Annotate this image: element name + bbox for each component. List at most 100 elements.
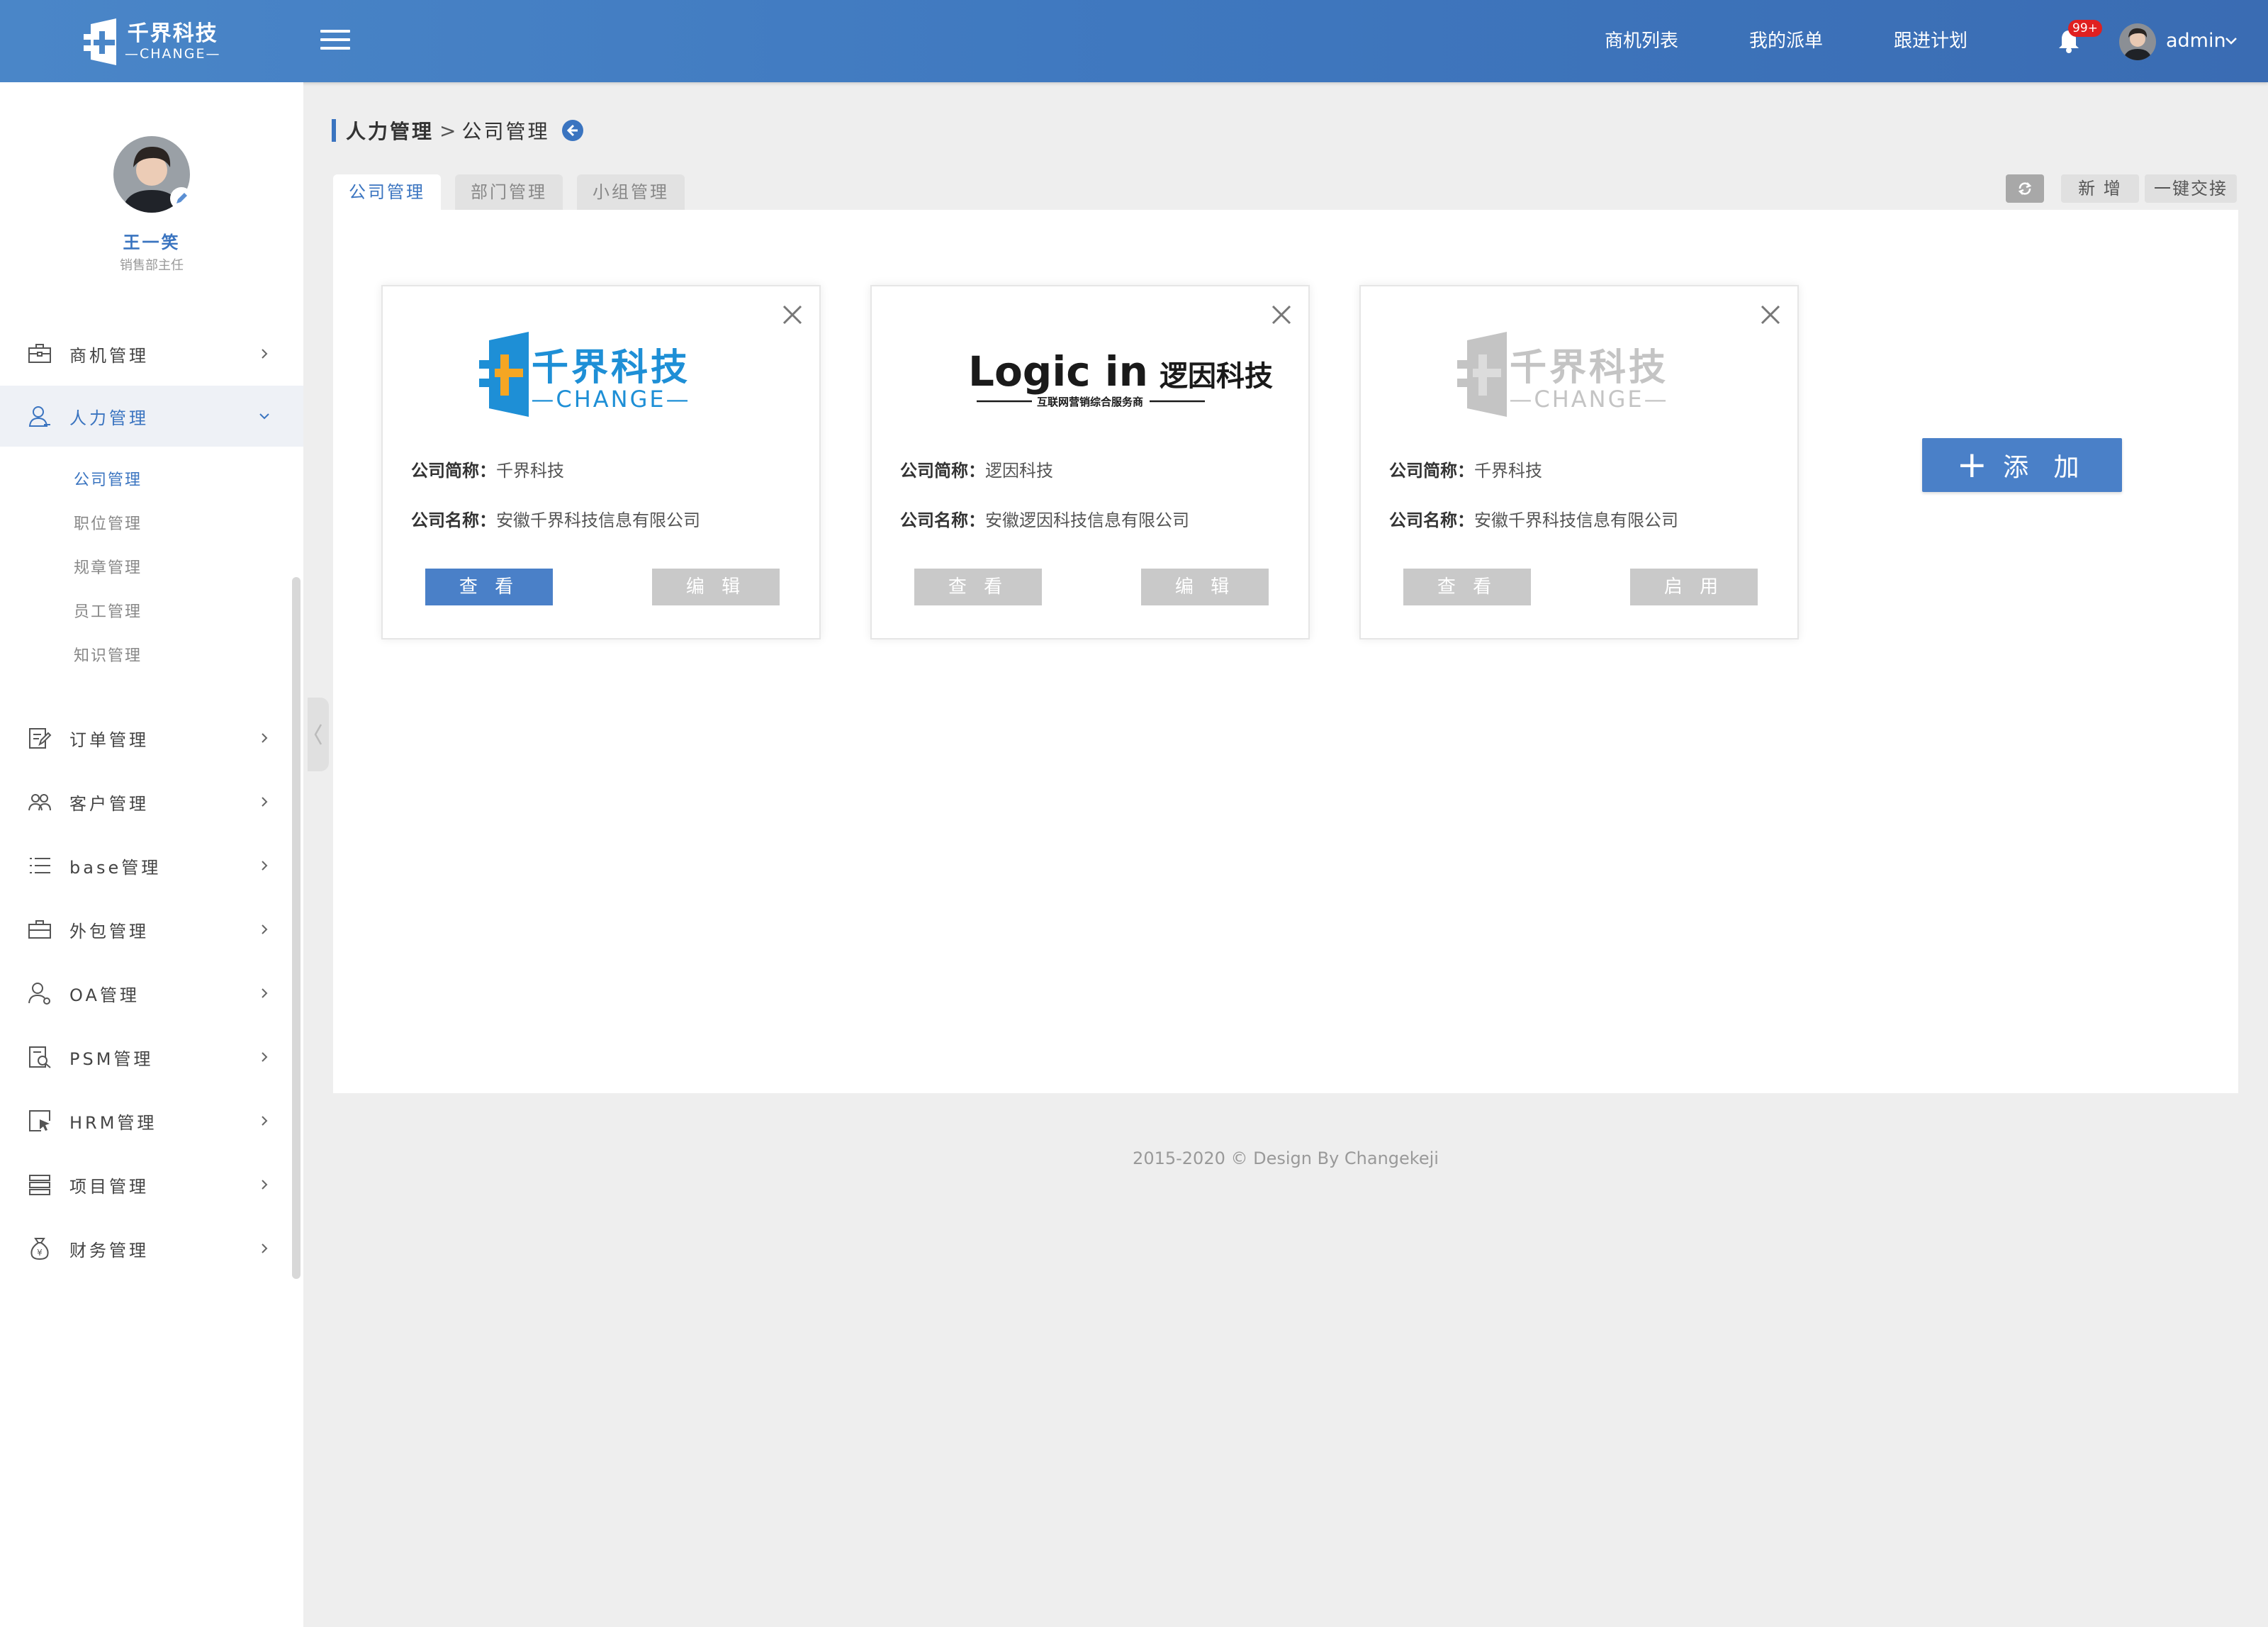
brand-logo[interactable]: 千界科技 —CHANGE— [84,18,221,65]
refresh-button[interactable] [2006,174,2044,203]
sidebar-item-customer[interactable]: 客户管理 [0,771,303,832]
moneybag-icon: ¥ [30,1238,49,1260]
company-full-name: 公司名称：安徽逻因科技信息有限公司 [900,510,1189,530]
back-arrow-icon[interactable] [561,119,584,142]
submenu-company[interactable]: 公司管理 [74,467,142,490]
stack-icon [29,1175,50,1195]
brand-mark-icon [84,18,116,65]
brand-subtitle: —CHANGE— [125,46,221,62]
nav-opportunity-list[interactable]: 商机列表 [1605,28,1678,54]
company-short-name: 公司简称：千界科技 [1389,461,1542,481]
sidebar-item-outsource[interactable]: 外包管理 [0,899,303,960]
company-short-name: 公司简称：逻因科技 [900,461,1053,481]
notification-badge: 99+ [2068,20,2102,37]
sidebar-item-label: 商机管理 [69,345,149,366]
sidebar-item-label: PSM管理 [69,1049,154,1069]
view-button[interactable]: 查 看 [1403,569,1531,605]
sidebar-item-order[interactable]: 订单管理 [0,708,303,768]
company-card: Logic in 逻因科技 互联网营销综合服务商 公司简称：逻因科技 公司名称：… [870,285,1310,639]
chevron-right-icon [262,988,268,998]
handover-button[interactable]: 一键交接 [2145,174,2237,203]
sidebar-item-label: OA管理 [69,985,140,1005]
chevron-right-icon [262,861,268,871]
chevron-down-icon [259,413,269,420]
top-avatar[interactable] [2119,23,2156,60]
chevron-right-icon [262,1116,268,1126]
top-bar: 千界科技 —CHANGE— 商机列表 我的派单 跟进计划 99+ admin [0,0,2268,82]
add-button-label: 添 加 [2003,453,2088,482]
chevron-down-icon[interactable] [2224,28,2238,54]
plus-icon: + [1956,444,1988,486]
chevron-right-icon [262,797,268,807]
footer-copyright: 2015-2020 © Design By Changekeji [1133,1148,1439,1168]
chevron-right-icon [262,733,268,743]
sidebar-item-psm[interactable]: PSM管理 [0,1027,303,1088]
user-icon [28,406,50,427]
user-name[interactable]: admin [2166,28,2226,54]
edit-button[interactable]: 编 辑 [652,569,780,605]
avatar-image [2119,23,2156,60]
sidebar-item-label: HRM管理 [69,1112,157,1133]
sidebar-item-label: 外包管理 [69,921,149,941]
company-card: 千界科技 —CHANGE— 公司简称：千界科技 公司名称：安徽千界科技信息有限公… [381,285,821,639]
enable-button[interactable]: 启 用 [1630,569,1758,605]
menu-toggle-icon[interactable] [320,30,350,52]
edit-doc-icon [29,728,52,749]
logo-name: 逻因科技 [1160,360,1273,393]
sidebar-item-label: 客户管理 [69,793,149,814]
submenu-knowledge[interactable]: 知识管理 [74,643,142,666]
sidebar-item-hrm[interactable]: HRM管理 [0,1090,303,1151]
breadcrumb: 人力管理 > 公司管理 [332,118,584,143]
nav-my-dispatch[interactable]: 我的派单 [1749,28,1823,54]
submenu-position[interactable]: 职位管理 [74,511,142,534]
doc-search-icon [29,1046,51,1068]
edit-button[interactable]: 编 辑 [1141,569,1269,605]
sidebar-collapse-handle[interactable] [308,698,329,771]
chevron-right-icon [262,1243,268,1253]
brand-name: 千界科技 [127,21,218,46]
tab-company[interactable]: 公司管理 [333,174,441,210]
company-logo: 千界科技 —CHANGE— [1457,332,1668,417]
sidebar-scrollbar[interactable] [292,577,301,1279]
refresh-icon [2018,182,2032,195]
tab-group[interactable]: 小组管理 [577,174,685,210]
breadcrumb-parent[interactable]: 人力管理 [346,116,434,145]
company-full-name: 公司名称：安徽千界科技信息有限公司 [1389,510,1678,530]
logo-main: Logic in [968,347,1148,396]
nav-followup-plan[interactable]: 跟进计划 [1894,28,1967,54]
sidebar-item-hr[interactable]: 人力管理 [0,386,303,447]
logo-subtitle: —CHANGE— [531,386,690,413]
sidebar: 王一笑 销售部主任 商机管理 人力管理 公司管理 职位管理 规章管理 员工管理 … [0,82,303,1627]
svg-text:¥: ¥ [37,1248,43,1258]
submenu-rules[interactable]: 规章管理 [74,555,142,578]
view-button[interactable]: 查 看 [425,569,553,605]
logo-name: 千界科技 [1510,347,1668,389]
chevron-right-icon [262,924,268,934]
briefcase-icon [28,344,51,363]
new-button[interactable]: 新 增 [2061,174,2139,203]
tab-department[interactable]: 部门管理 [455,174,563,210]
logo-subtitle: 互联网营销综合服务商 [1037,396,1143,408]
close-icon[interactable] [1270,303,1293,326]
close-icon[interactable] [781,303,804,326]
sidebar-item-project[interactable]: 项目管理 [0,1154,303,1215]
sidebar-item-opportunity[interactable]: 商机管理 [0,323,303,384]
close-icon[interactable] [1759,303,1782,326]
chevron-right-icon [262,1052,268,1062]
cursor-box-icon [29,1110,50,1131]
logo-subtitle: —CHANGE— [1509,386,1668,413]
sidebar-item-oa[interactable]: OA管理 [0,963,303,1024]
view-button[interactable]: 查 看 [914,569,1042,605]
company-full-name: 公司名称：安徽千界科技信息有限公司 [411,510,700,530]
user-gear-icon [28,983,50,1005]
edit-profile-icon[interactable] [170,187,193,210]
sidebar-item-label: 订单管理 [69,729,149,750]
sidebar-item-label: 人力管理 [69,408,149,428]
breadcrumb-marker [332,119,336,142]
submenu-staff[interactable]: 员工管理 [74,599,142,622]
add-company-button[interactable]: + 添 加 [1922,438,2122,492]
sidebar-item-base[interactable]: base管理 [0,835,303,896]
sidebar-item-finance[interactable]: ¥ 财务管理 [0,1218,303,1279]
chevron-right-icon [262,1180,268,1190]
company-logo: 千界科技 —CHANGE— [479,332,690,417]
